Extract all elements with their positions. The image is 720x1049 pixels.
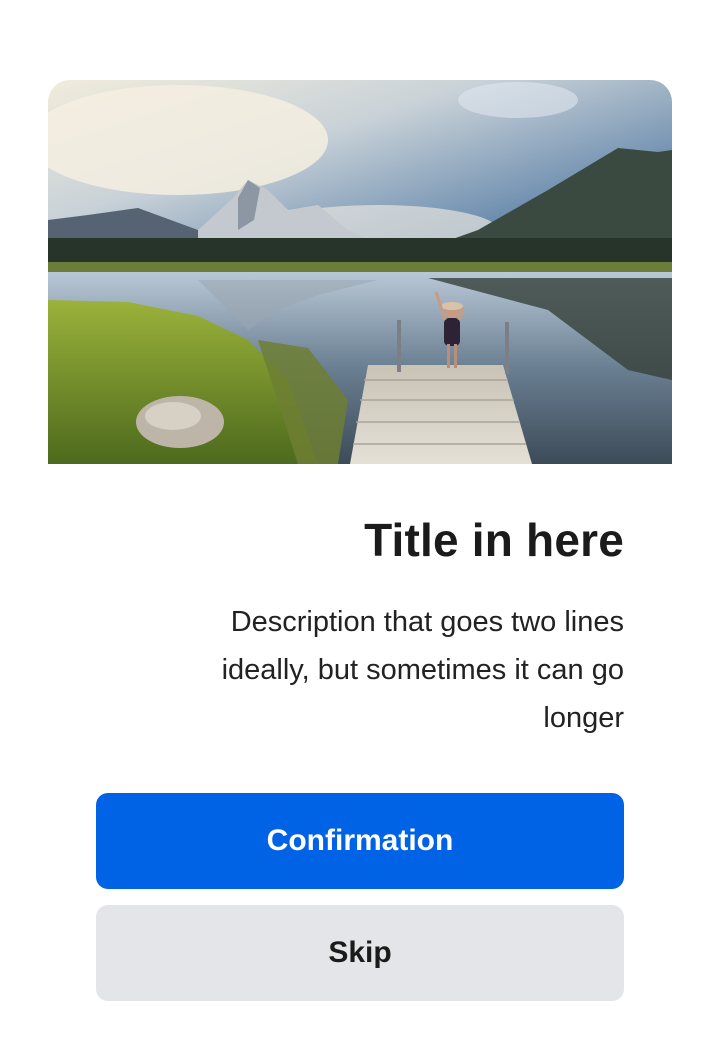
hero-image [48, 80, 672, 464]
onboarding-card: Title in here Description that goes two … [0, 0, 720, 1049]
skip-button[interactable]: Skip [96, 905, 624, 1001]
card-description: Description that goes two lines ideally,… [221, 606, 624, 734]
card-title: Title in here [364, 514, 624, 566]
confirmation-button[interactable]: Confirmation [96, 793, 624, 889]
landscape-photo-icon [48, 80, 672, 464]
